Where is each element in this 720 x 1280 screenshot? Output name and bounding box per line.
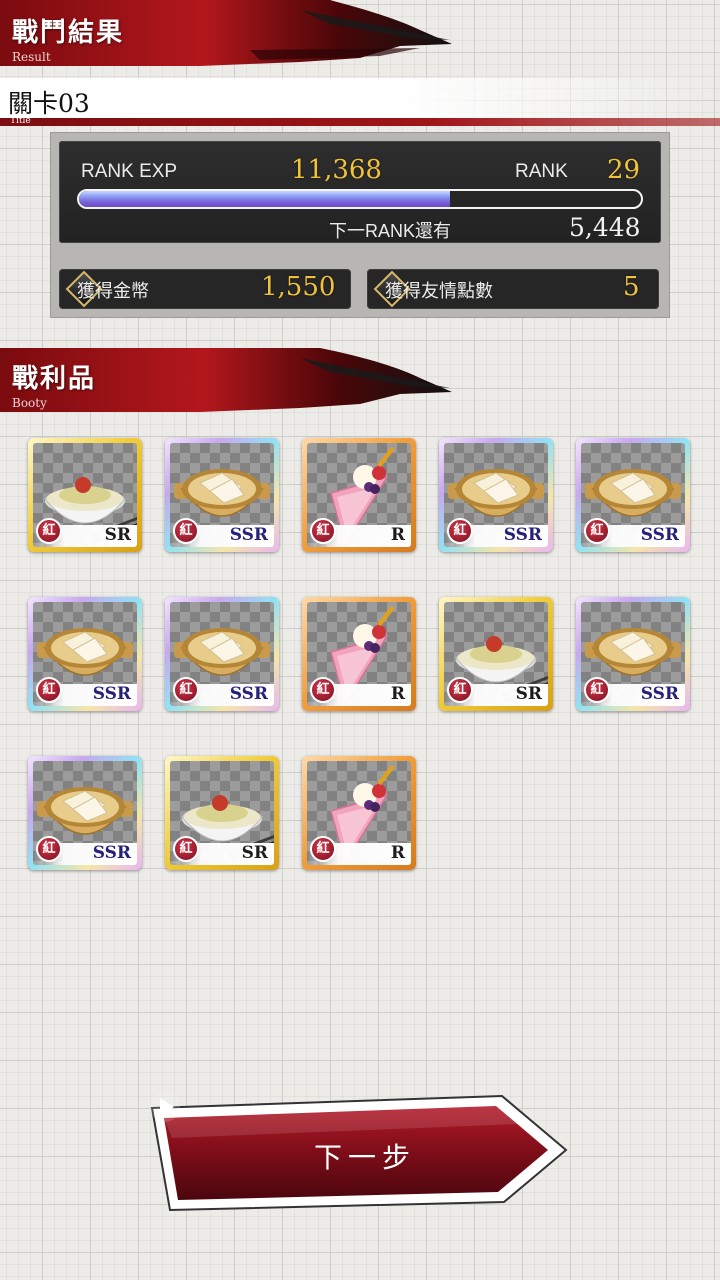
- booty-subtitle: Booty: [12, 396, 47, 410]
- booty-title: 戰利品: [12, 364, 97, 394]
- booty-item-image: 紅R: [307, 602, 411, 706]
- booty-item-image: 紅 SSR: [581, 443, 685, 547]
- booty-item[interactable]: 紅R: [302, 756, 416, 870]
- red-badge-icon: 紅: [173, 836, 199, 862]
- booty-item[interactable]: 紅 SSR: [28, 756, 142, 870]
- rank-exp-progress-fill: [79, 191, 450, 207]
- red-badge-icon: 紅: [310, 518, 336, 544]
- red-badge-icon: 紅: [173, 518, 199, 544]
- rarity-label: SSR: [640, 525, 679, 545]
- red-badge-icon: 紅: [310, 836, 336, 862]
- stage-name: 關卡03: [8, 89, 90, 118]
- rank-exp-box: RANK EXP 11,368 RANK 29 下一RANK還有 5,448: [59, 141, 661, 243]
- booty-item[interactable]: 紅 SSR: [576, 438, 690, 552]
- booty-item-image: 紅 SSR: [170, 443, 274, 547]
- friend-points-label: 獲得友情點數: [385, 281, 493, 302]
- stage-title-bar: 關卡03 Title: [0, 78, 720, 126]
- rarity-label: SR: [515, 684, 542, 704]
- next-step-label: 下一步: [314, 1141, 417, 1174]
- red-badge-icon: 紅: [36, 518, 62, 544]
- coins-label: 獲得金幣: [77, 281, 149, 302]
- rarity-label: SSR: [503, 525, 542, 545]
- result-title: 戰鬥結果: [12, 18, 125, 48]
- booty-item-image: 紅 SR: [170, 761, 274, 865]
- booty-item[interactable]: 紅 SR: [165, 756, 279, 870]
- rarity-label: SSR: [92, 843, 131, 863]
- booty-item-image: 紅 SSR: [33, 761, 137, 865]
- rarity-label: SSR: [640, 684, 679, 704]
- red-badge-icon: 紅: [584, 677, 610, 703]
- rarity-label: R: [390, 843, 405, 863]
- next-step-button[interactable]: 下一步: [148, 1090, 572, 1218]
- rarity-label: SSR: [229, 525, 268, 545]
- next-rank-label: 下一RANK還有: [329, 221, 452, 241]
- rarity-label: SSR: [229, 684, 268, 704]
- booty-item-image: 紅 SR: [444, 602, 548, 706]
- booty-header: 戰利品 Booty: [0, 346, 460, 414]
- red-badge-icon: 紅: [310, 677, 336, 703]
- rarity-label: SSR: [92, 684, 131, 704]
- booty-item-image: 紅 SR: [33, 443, 137, 547]
- result-header: 戰鬥結果 Result: [0, 0, 460, 68]
- booty-item-image: 紅 SSR: [581, 602, 685, 706]
- booty-item[interactable]: 紅 SSR: [165, 438, 279, 552]
- red-badge-icon: 紅: [36, 677, 62, 703]
- booty-item[interactable]: 紅 SSR: [439, 438, 553, 552]
- booty-item[interactable]: 紅 SSR: [165, 597, 279, 711]
- friend-points-value: 5: [623, 272, 640, 302]
- booty-item[interactable]: 紅 SR: [439, 597, 553, 711]
- rank-exp-progress-bar: [77, 189, 643, 209]
- red-badge-icon: 紅: [447, 518, 473, 544]
- next-rank-value: 5,448: [569, 213, 641, 242]
- stage-divider: [0, 118, 720, 126]
- booty-item[interactable]: 紅 SSR: [28, 597, 142, 711]
- booty-item-image: 紅 SSR: [170, 602, 274, 706]
- rank-exp-label: RANK EXP: [81, 161, 178, 182]
- rarity-label: R: [390, 684, 405, 704]
- rank-value: 29: [607, 155, 641, 185]
- booty-item-image: 紅R: [307, 443, 411, 547]
- rank-exp-value: 11,368: [291, 155, 382, 185]
- result-info-panel: RANK EXP 11,368 RANK 29 下一RANK還有 5,448 獲…: [50, 132, 670, 318]
- red-badge-icon: 紅: [36, 836, 62, 862]
- booty-item-image: 紅 SSR: [33, 602, 137, 706]
- red-badge-icon: 紅: [173, 677, 199, 703]
- play-arrow-icon: [150, 1092, 180, 1122]
- booty-item[interactable]: 紅R: [302, 597, 416, 711]
- red-badge-icon: 紅: [584, 518, 610, 544]
- result-subtitle: Result: [12, 50, 51, 64]
- booty-item[interactable]: 紅 SR: [28, 438, 142, 552]
- coins-value: 1,550: [261, 272, 336, 302]
- stage-sub-label: Title: [10, 116, 31, 126]
- booty-item-image: 紅R: [307, 761, 411, 865]
- booty-item[interactable]: 紅R: [302, 438, 416, 552]
- booty-item-image: 紅 SSR: [444, 443, 548, 547]
- coins-reward-box: 獲得金幣 1,550: [59, 269, 351, 309]
- red-badge-icon: 紅: [447, 677, 473, 703]
- booty-item[interactable]: 紅 SSR: [576, 597, 690, 711]
- friend-points-reward-box: 獲得友情點數 5: [367, 269, 659, 309]
- rank-label: RANK: [515, 161, 568, 182]
- rarity-label: SR: [241, 843, 268, 863]
- rarity-label: SR: [104, 525, 131, 545]
- rarity-label: R: [390, 525, 405, 545]
